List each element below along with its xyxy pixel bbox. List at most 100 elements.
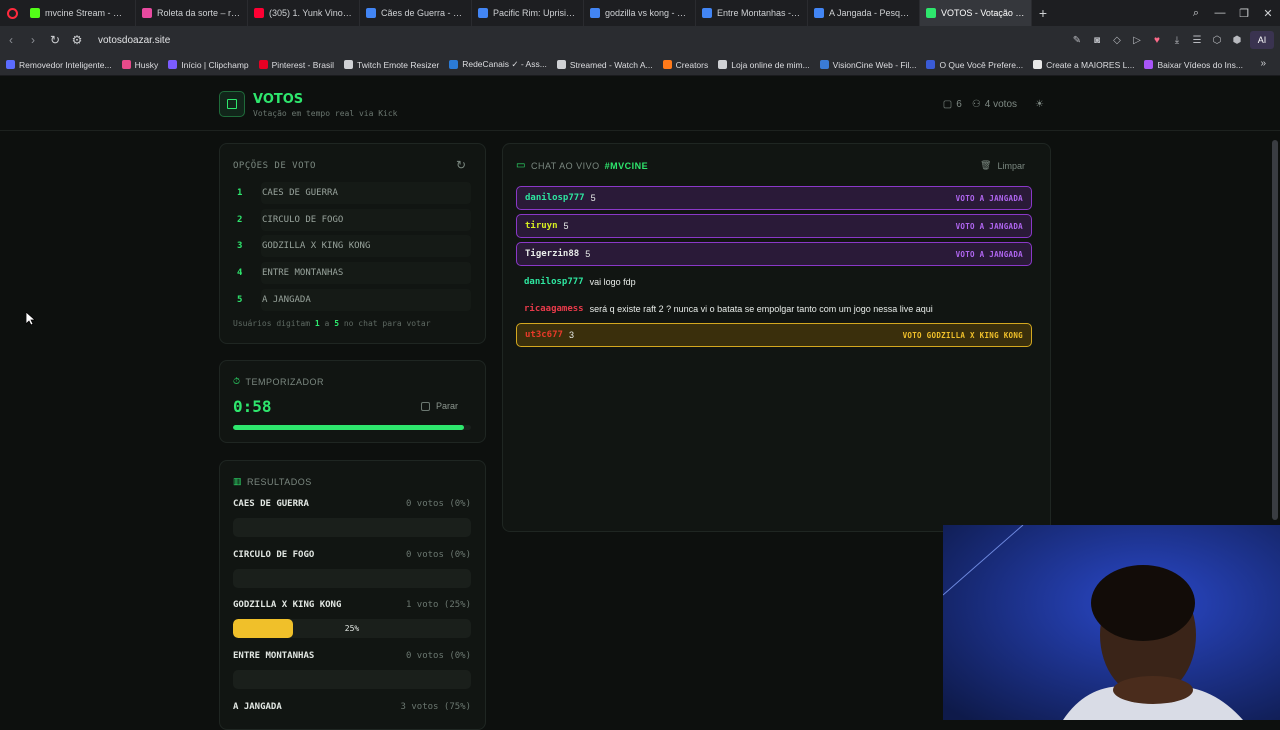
chat-message: tiruyn 5 VOTO A JANGADA [516, 214, 1032, 238]
vote-option-row: 3 GODZILLA X KING KONG [233, 235, 471, 258]
chat-message: danilosp777 vai logo fdp [516, 270, 1032, 294]
result-bar [233, 518, 471, 537]
bookmark-icon [344, 60, 353, 69]
bookmark-item[interactable]: Pinterest - Brasil [258, 59, 334, 70]
bookmark-icon [449, 60, 459, 69]
restore-icon[interactable]: ❐ [1232, 7, 1256, 20]
shield-icon[interactable]: ◇ [1110, 35, 1124, 46]
timer-value: 0:58 [233, 397, 272, 416]
clear-chat-button[interactable]: 🗑 Limpar [980, 160, 1025, 171]
bookmark-label: Husky [134, 59, 159, 70]
result-count: 0 votos (0%) [405, 499, 471, 509]
heart-icon[interactable]: ♥ [1150, 35, 1164, 46]
tab-label: Cães de Guerra - Pesquisa [381, 8, 465, 18]
browser-tab[interactable]: A Jangada - Pesquisa Goo [808, 0, 920, 26]
option-number: 4 [237, 268, 243, 279]
stop-checkbox[interactable]: Parar [421, 401, 458, 411]
bookmark-label: Removedor Inteligente... [19, 59, 112, 70]
bookmark-icon [121, 60, 131, 69]
download-icon[interactable]: ⤓ [1170, 35, 1184, 46]
bookmark-icon [718, 60, 728, 69]
theme-toggle-icon[interactable]: ☀ [1035, 99, 1044, 110]
profile-icon[interactable]: ⬢ [1230, 35, 1244, 46]
browser-tab[interactable]: Roleta da sorte – roleta on [136, 0, 248, 26]
tab-favicon-icon [254, 8, 264, 18]
chat-username[interactable]: ut3c677 [525, 330, 563, 340]
browser-tab[interactable]: Cães de Guerra - Pesquisa [360, 0, 472, 26]
result-bar: 25% [233, 619, 471, 639]
url-field[interactable]: votosdoazar.site [98, 35, 170, 46]
chat-channel: #MVCINE [604, 160, 649, 171]
search-tabs-icon[interactable]: ⌕ [1184, 7, 1208, 20]
result-bar [233, 568, 471, 588]
chat-bubble-icon: ▢ [942, 99, 953, 110]
result-bar [233, 670, 471, 690]
edit-icon[interactable]: ✎ [1070, 35, 1084, 46]
browser-tab[interactable]: VOTOS - Votação ao Vivo [920, 0, 1032, 26]
tab-label: Pacific Rim: Uprising - Pes [493, 8, 577, 18]
tab-favicon-icon [142, 8, 152, 18]
site-info-icon[interactable]: ⚙ [66, 33, 88, 47]
bookmark-item[interactable]: Baixar Vídeos do Ins... [1144, 59, 1243, 70]
browser-tab[interactable]: godzilla vs kong - Pesquis [584, 0, 696, 26]
minimize-icon[interactable]: — [1208, 7, 1232, 19]
tab-label: (305) 1. Yunk Vino - D [269, 8, 353, 18]
option-label: A JANGADA [261, 288, 471, 311]
bookmark-item[interactable]: Loja online de mim... [718, 59, 810, 70]
chat-username[interactable]: Tigerzin88 [525, 249, 579, 259]
chat-username[interactable]: tiruyn [525, 221, 558, 231]
bookmark-item[interactable]: Create a MAIORES L... [1033, 59, 1134, 70]
bookmark-item[interactable]: Removedor Inteligente... [6, 59, 112, 70]
ai-button[interactable]: AI [1250, 31, 1274, 49]
option-number: 1 [237, 188, 243, 198]
result-name: GODZILLA X KING KONG [233, 600, 342, 611]
bookmark-label: Início | Clipchamp [181, 59, 249, 70]
extensions-icon[interactable]: ⬡ [1210, 35, 1224, 46]
trash-icon[interactable]: 🗑 [980, 160, 991, 171]
browser-tab[interactable]: Pacific Rim: Uprising - Pes [472, 0, 584, 26]
opera-logo-icon[interactable] [0, 0, 24, 26]
bookmark-item[interactable]: Twitch Emote Resizer [344, 59, 439, 70]
reset-icon[interactable]: ↻ [456, 158, 466, 172]
chat-message: Tigerzin88 5 VOTO A JANGADA [516, 242, 1032, 266]
back-icon[interactable]: ‹ [0, 33, 22, 47]
users-icon: ⚇ [971, 99, 981, 110]
chat-username[interactable]: ricaagamess [524, 304, 584, 314]
bookmark-icon [662, 60, 672, 69]
votes-count: 4 votos [984, 99, 1018, 110]
menu-icon[interactable]: ☰ [1190, 35, 1204, 46]
bookmark-item[interactable]: Streamed - Watch A... [556, 59, 653, 70]
chat-username[interactable]: danilosp777 [524, 277, 584, 287]
chat-text: 3 [568, 330, 574, 340]
tab-label: Entre Montanhas - Pesqu [717, 8, 801, 18]
timer-title: ⏱ TEMPORIZADOR [233, 376, 325, 387]
play-icon[interactable]: ▷ [1130, 35, 1144, 46]
chat-title: ▭ CHAT AO VIVO #MVCINE [516, 160, 649, 171]
bookmark-item[interactable]: Início | Clipchamp [168, 59, 249, 70]
bookmark-item[interactable]: Creators [662, 59, 708, 70]
bookmark-label: Pinterest - Brasil [271, 59, 334, 70]
vote-logo-icon [219, 91, 245, 117]
reload-icon[interactable]: ↻ [44, 33, 66, 47]
bookmark-icon [926, 60, 936, 69]
bookmark-item[interactable]: RedeCanais ✓ - Ass... [449, 59, 547, 70]
forward-icon[interactable]: › [22, 33, 44, 47]
option-label: GODZILLA X KING KONG [261, 235, 471, 258]
browser-tab[interactable]: mvcine Stream - Watch La [24, 0, 136, 26]
chat-username[interactable]: danilosp777 [525, 193, 585, 203]
bookmark-item[interactable]: VisionCine Web - Fil... [819, 59, 916, 70]
bookmark-item[interactable]: O Que Você Prefere... [926, 59, 1023, 70]
camera-icon[interactable]: ◙ [1090, 35, 1104, 46]
result-name: A JANGADA [233, 701, 282, 712]
tab-label: mvcine Stream - Watch La [45, 8, 129, 18]
bookmarks-more-icon[interactable]: » [1260, 58, 1266, 69]
bookmark-item[interactable]: Husky [121, 59, 159, 70]
tab-label: godzilla vs kong - Pesquis [605, 8, 689, 18]
new-tab-button[interactable]: + [1032, 0, 1054, 26]
close-window-icon[interactable]: ✕ [1256, 7, 1280, 20]
browser-tab[interactable]: (305) 1. Yunk Vino - D [248, 0, 360, 26]
checkbox-icon[interactable] [421, 401, 430, 411]
chat-text: vai logo fdp [589, 277, 636, 287]
browser-tab[interactable]: Entre Montanhas - Pesqu [696, 0, 808, 26]
page-scrollbar[interactable] [1272, 140, 1278, 520]
